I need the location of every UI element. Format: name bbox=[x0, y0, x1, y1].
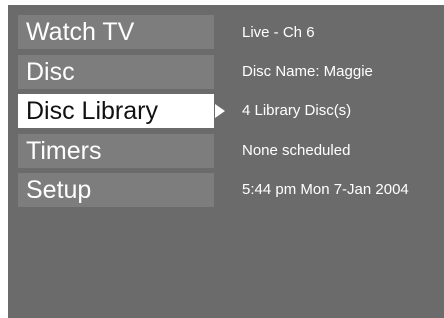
disc-name-status: Disc Name: Maggie bbox=[242, 63, 373, 80]
selection-arrow-icon bbox=[215, 104, 225, 118]
disc-library-status: 4 Library Disc(s) bbox=[242, 102, 352, 119]
menu-item-watch-tv[interactable]: Watch TV bbox=[18, 15, 214, 49]
menu-item-timers[interactable]: Timers bbox=[18, 134, 214, 168]
menu-item-disc-library[interactable]: Disc Library bbox=[18, 94, 214, 128]
watch-tv-status: Live - Ch 6 bbox=[242, 24, 315, 41]
menu-item-setup[interactable]: Setup bbox=[18, 173, 214, 207]
clock-datetime: 5:44 pm Mon 7-Jan 2004 bbox=[242, 181, 409, 198]
timers-status: None scheduled bbox=[242, 142, 351, 159]
menu-item-disc[interactable]: Disc bbox=[18, 55, 214, 89]
tv-menu-screen: Watch TV Disc Disc Library Timers Setup … bbox=[8, 5, 444, 318]
